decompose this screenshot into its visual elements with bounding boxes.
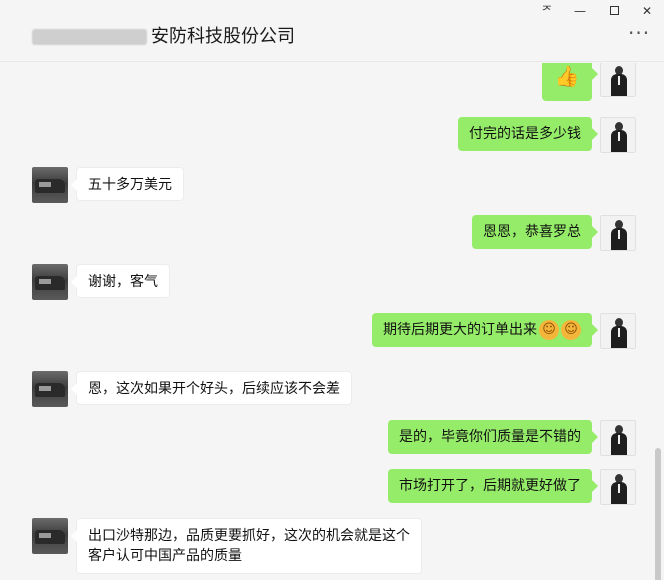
contact-avatar[interactable] bbox=[32, 264, 68, 300]
message-bubble-other[interactable]: 五十多万美元 bbox=[71, 167, 184, 201]
chat-title: 安防科技股份公司 bbox=[32, 22, 295, 48]
message-bubble-self[interactable]: 恩恩，恭喜罗总 bbox=[472, 215, 598, 249]
hug-emoji-icon: ☺ bbox=[561, 320, 581, 340]
contact-avatar[interactable] bbox=[32, 371, 68, 407]
redacted-name bbox=[32, 29, 147, 45]
hug-emoji-icon: ☺ bbox=[539, 320, 559, 340]
message-bubble-self[interactable]: 期待后期更大的订单出来 ☺ ☺ bbox=[372, 313, 598, 347]
scrollbar[interactable] bbox=[655, 448, 661, 580]
self-avatar[interactable] bbox=[600, 117, 636, 153]
minimize-button[interactable]: — bbox=[567, 2, 593, 20]
message-bubble-self[interactable]: 👍 bbox=[542, 63, 598, 101]
message-bubble-self[interactable]: 是的，毕竟你们质量是不错的 bbox=[388, 420, 598, 454]
message-bubble-other[interactable]: 出口沙特那边，品质更要抓好，这次的机会就是这个 客户认可中国产品的质量 bbox=[71, 518, 422, 574]
message-bubble-other[interactable]: 谢谢，客气 bbox=[71, 264, 170, 298]
self-avatar[interactable] bbox=[600, 63, 636, 97]
thumbs-up-icon: 👍 bbox=[554, 64, 580, 88]
contact-avatar[interactable] bbox=[32, 518, 68, 554]
message-bubble-self[interactable]: 付完的话是多少钱 bbox=[458, 117, 598, 151]
chat-header: 安防科技股份公司 ᅎ — ✕ ··· bbox=[0, 0, 664, 62]
self-avatar[interactable] bbox=[600, 469, 636, 505]
more-options-icon[interactable]: ··· bbox=[628, 23, 654, 43]
pin-icon[interactable]: ᅎ bbox=[534, 2, 560, 20]
contact-avatar[interactable] bbox=[32, 167, 68, 203]
self-avatar[interactable] bbox=[600, 313, 636, 349]
close-button[interactable]: ✕ bbox=[634, 2, 660, 20]
self-avatar[interactable] bbox=[600, 420, 636, 456]
message-list[interactable]: 👍 付完的话是多少钱 五十多万美元 恩恩，恭喜罗总 谢谢，客气 期待后期更大的订… bbox=[0, 63, 664, 580]
message-bubble-self[interactable]: 市场打开了，后期就更好做了 bbox=[388, 469, 598, 503]
maximize-button[interactable] bbox=[601, 2, 627, 20]
self-avatar[interactable] bbox=[600, 215, 636, 251]
message-bubble-other[interactable]: 恩，这次如果开个好头，后续应该不会差 bbox=[71, 371, 352, 405]
maximize-icon bbox=[609, 6, 619, 15]
